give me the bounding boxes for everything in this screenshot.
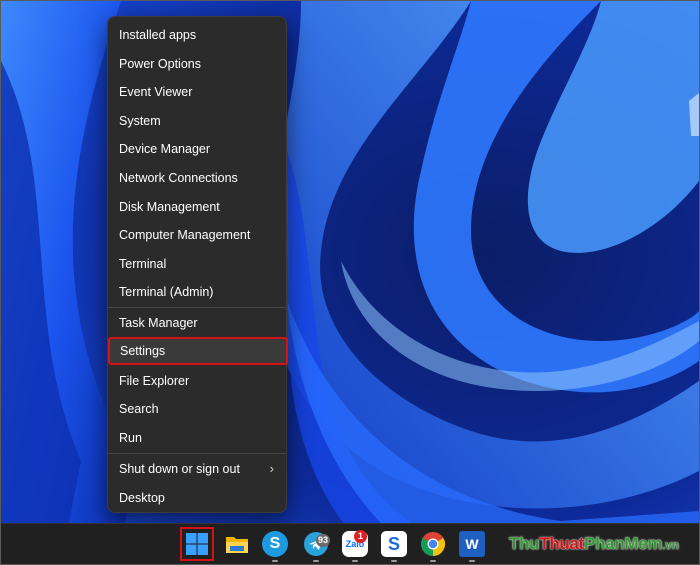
- word-icon[interactable]: W: [459, 531, 485, 557]
- menu-item-event-viewer[interactable]: Event Viewer: [108, 78, 286, 106]
- running-indicator: [313, 560, 319, 562]
- watermark-part: Thu: [509, 534, 540, 553]
- menu-item-shut-down-or-sign-out[interactable]: Shut down or sign out ›: [108, 455, 286, 483]
- running-indicator: [391, 560, 397, 562]
- chrome-icon[interactable]: [420, 531, 446, 557]
- menu-separator: [108, 307, 286, 308]
- snagit-icon[interactable]: S: [381, 531, 407, 557]
- menu-item-task-manager[interactable]: Task Manager: [108, 309, 286, 337]
- menu-item-terminal[interactable]: Terminal: [108, 250, 286, 278]
- watermark-part: .vn: [662, 538, 679, 552]
- menu-item-system[interactable]: System: [108, 107, 286, 135]
- telegram-unread-badge: 93: [316, 534, 331, 547]
- running-indicator: [352, 560, 358, 562]
- menu-item-power-options[interactable]: Power Options: [108, 50, 286, 78]
- menu-item-device-manager[interactable]: Device Manager: [108, 135, 286, 163]
- skype-icon[interactable]: S: [262, 531, 288, 557]
- file-explorer-icon[interactable]: [224, 531, 250, 557]
- start-button-highlight: [180, 527, 214, 561]
- desktop: Installed apps Power Options Event Viewe…: [0, 0, 700, 565]
- menu-item-desktop[interactable]: Desktop: [108, 484, 286, 512]
- running-indicator: [272, 560, 278, 562]
- menu-item-label: Shut down or sign out: [119, 462, 240, 476]
- menu-separator: [108, 453, 286, 454]
- running-indicator: [430, 560, 436, 562]
- watermark-logo: ThuThuatPhanMem.vn: [509, 534, 679, 554]
- menu-item-installed-apps[interactable]: Installed apps: [108, 21, 286, 49]
- menu-item-terminal-admin[interactable]: Terminal (Admin): [108, 278, 286, 306]
- menu-item-computer-management[interactable]: Computer Management: [108, 221, 286, 249]
- winx-context-menu: Installed apps Power Options Event Viewe…: [107, 16, 288, 513]
- menu-item-file-explorer[interactable]: File Explorer: [108, 367, 286, 395]
- menu-item-disk-management[interactable]: Disk Management: [108, 193, 286, 221]
- menu-item-network-connections[interactable]: Network Connections: [108, 164, 286, 192]
- menu-item-search[interactable]: Search: [108, 395, 286, 423]
- watermark-part: Thuat: [539, 534, 585, 553]
- zalo-unread-badge: 1: [354, 530, 367, 543]
- wallpaper: [1, 1, 699, 564]
- chevron-right-icon: ›: [269, 461, 274, 476]
- menu-item-run[interactable]: Run: [108, 424, 286, 452]
- running-indicator: [469, 560, 475, 562]
- watermark-part: PhanMem: [584, 534, 663, 553]
- menu-item-settings[interactable]: Settings: [108, 337, 288, 365]
